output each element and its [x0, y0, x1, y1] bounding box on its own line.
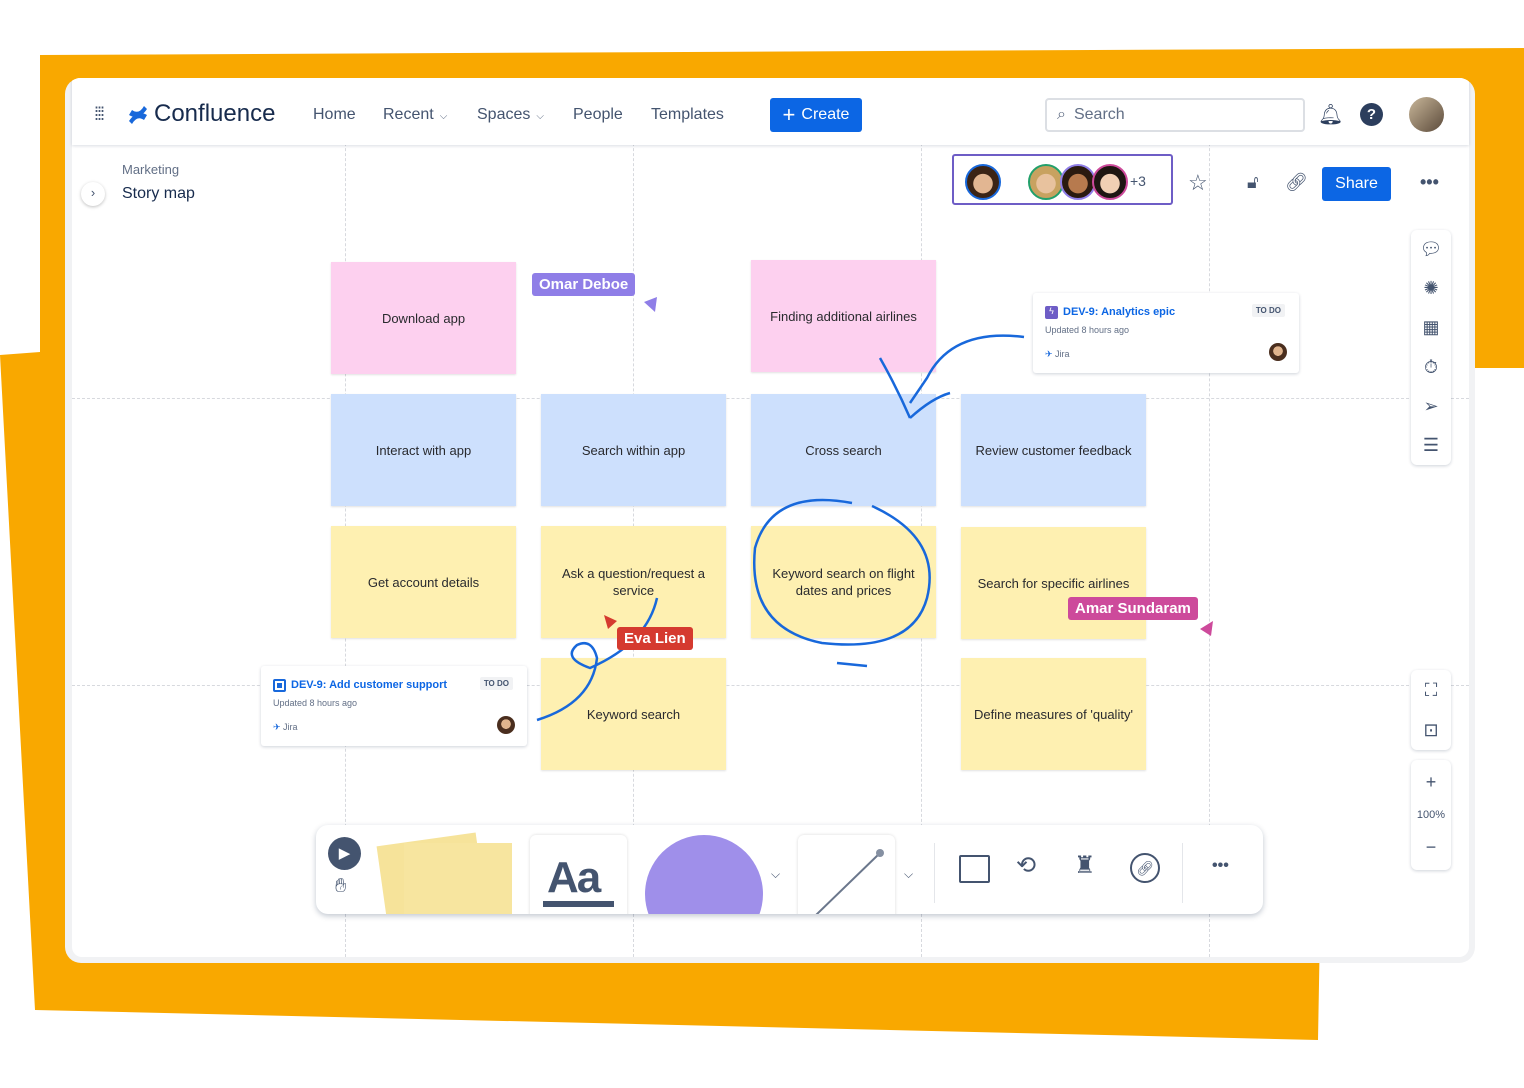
shape-tool[interactable]: [645, 835, 763, 914]
shape-options-chevron-icon[interactable]: ⌵: [771, 867, 780, 882]
zoom-in-button[interactable]: +: [1411, 763, 1451, 802]
cursor-arrow-icon: [644, 297, 657, 312]
jira-source-label: Jira: [1055, 349, 1070, 359]
bottom-toolbar: ▶ ✋︎ Aa ⌵ ⌵ ⟲ ♜ 🔗︎ •••: [316, 825, 1263, 914]
status-badge: TO DO: [1251, 304, 1285, 317]
app-switcher-icon[interactable]: ⁞⁞⁞: [94, 104, 105, 125]
task-icon: [273, 679, 286, 692]
jira-source: ✈︎ Jira: [1045, 349, 1070, 360]
chevron-down-icon: ⌵: [439, 111, 448, 122]
nav-templates[interactable]: Templates: [651, 106, 724, 124]
plus-icon: +: [782, 102, 796, 127]
loop-drawing: [536, 597, 659, 722]
stamp-tool-icon[interactable]: ♜: [1074, 851, 1096, 880]
search-input[interactable]: ⌕ Search: [1045, 98, 1305, 132]
sticky-note-tool-front[interactable]: [404, 843, 512, 914]
app-name[interactable]: Confluence: [154, 100, 275, 128]
create-label: Create: [801, 106, 850, 123]
ai-sparkle-icon[interactable]: ✺: [1411, 269, 1451, 308]
text-underline: [543, 901, 614, 907]
cursor-arrow-icon: [604, 615, 617, 629]
connector-tool[interactable]: [798, 835, 895, 914]
arrow-drawing: [878, 334, 1025, 419]
jira-source-label: Jira: [283, 722, 298, 732]
text-tool[interactable]: Aa: [530, 835, 627, 914]
nav-recent[interactable]: Recent ⌵: [383, 106, 447, 124]
hand-tool-icon[interactable]: ✋︎: [335, 875, 346, 898]
connector-options-chevron-icon[interactable]: ⌵: [904, 867, 913, 882]
text-tool-icon: Aa: [547, 853, 601, 902]
jira-card[interactable]: DEV-9: Add customer support TO DO Update…: [261, 666, 527, 746]
nav-spaces[interactable]: Spaces ⌵: [477, 106, 544, 124]
epic-icon: ϟ: [1045, 306, 1058, 319]
cursor-label-omar: Omar Deboe: [532, 273, 636, 296]
view-controls: ⛶ ⊡: [1411, 670, 1451, 750]
loop-tool-icon[interactable]: ⟲: [1016, 851, 1036, 880]
assignee-avatar: [497, 716, 515, 734]
search-icon: ⌕: [1057, 106, 1066, 123]
create-button[interactable]: + Create: [770, 98, 862, 132]
assignee-avatar: [1269, 343, 1287, 361]
notifications-icon[interactable]: 🔔︎: [1318, 102, 1343, 127]
line-icon: [815, 849, 884, 914]
template-icon[interactable]: ▦: [1411, 308, 1451, 347]
nav-spaces-label: Spaces: [477, 106, 531, 123]
help-icon[interactable]: ?: [1360, 103, 1383, 126]
jira-icon: ✈︎: [273, 722, 284, 732]
confluence-window: ⁞⁞⁞ Confluence Home Recent ⌵ Spaces ⌵ Peop…: [65, 78, 1475, 963]
chevron-down-icon: ⌵: [536, 111, 544, 122]
cursor-label-eva: Eva Lien: [617, 627, 693, 650]
timer-icon[interactable]: ⏱︎: [1411, 348, 1451, 387]
fit-to-screen-icon[interactable]: ⛶: [1411, 671, 1451, 710]
jira-icon: ✈︎: [1045, 349, 1056, 359]
comment-icon[interactable]: 💬︎: [1411, 230, 1451, 269]
circle-drawing: [752, 498, 931, 668]
status-badge: TO DO: [479, 677, 513, 690]
zoom-level: 100%: [1416, 808, 1446, 821]
right-tool-rail: 💬︎ ✺ ▦ ⏱︎ ➢ ☰: [1411, 230, 1451, 465]
focus-icon[interactable]: ⊡: [1411, 711, 1451, 750]
zoom-controls: + 100% −: [1411, 760, 1451, 870]
confluence-logo-icon: [129, 106, 147, 124]
frame-tool-icon[interactable]: [959, 855, 990, 883]
send-icon[interactable]: ➢: [1411, 387, 1451, 426]
profile-avatar[interactable]: [1409, 97, 1444, 132]
nav-recent-label: Recent: [383, 106, 434, 123]
jira-card-title[interactable]: DEV-9: Analytics epic: [1063, 306, 1175, 318]
updated-time: Updated 8 hours ago: [1045, 325, 1130, 335]
zoom-out-button[interactable]: −: [1411, 828, 1451, 867]
whiteboard-canvas[interactable]: ⁞⁞⁞ Confluence Home Recent ⌵ Spaces ⌵ Peop…: [72, 78, 1469, 957]
nav-people[interactable]: People: [573, 106, 623, 124]
updated-time: Updated 8 hours ago: [273, 698, 358, 708]
more-tools-icon[interactable]: •••: [1212, 857, 1229, 875]
jira-source: ✈︎ Jira: [273, 722, 298, 733]
link-tool-icon[interactable]: 🔗︎: [1130, 853, 1160, 883]
search-placeholder: Search: [1073, 106, 1125, 123]
top-nav: ⁞⁞⁞ Confluence Home Recent ⌵ Spaces ⌵ Peop…: [72, 78, 1469, 145]
jira-card-title[interactable]: DEV-9: Add customer support: [291, 679, 447, 691]
nav-home[interactable]: Home: [313, 106, 356, 124]
select-tool-icon[interactable]: ▶: [328, 837, 361, 870]
cursor-label-amar: Amar Sundaram: [1068, 597, 1198, 620]
settings-sliders-icon[interactable]: ☰: [1411, 426, 1451, 465]
cursor-arrow-icon: [1200, 621, 1213, 636]
jira-card[interactable]: ϟ DEV-9: Analytics epic TO DO Updated 8 …: [1033, 293, 1299, 373]
